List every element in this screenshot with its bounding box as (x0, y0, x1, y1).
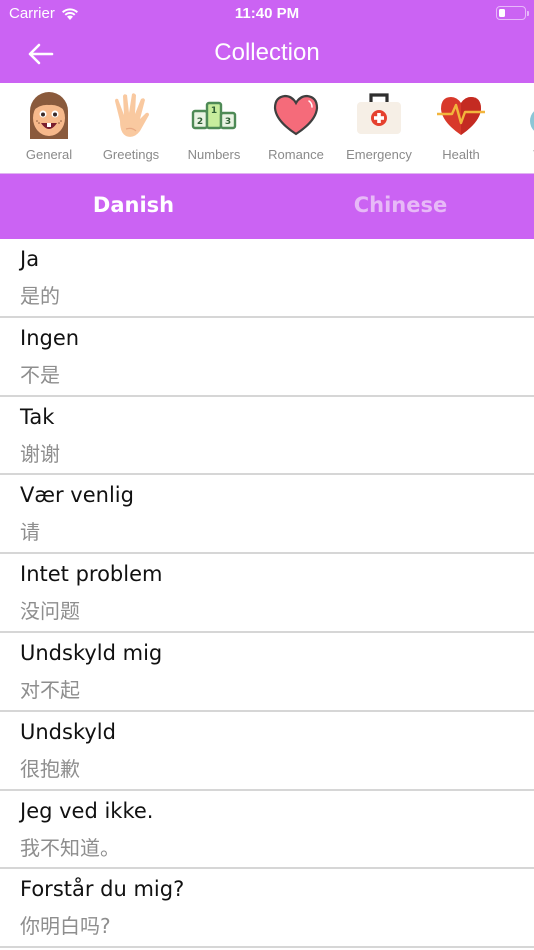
phrase-danish: Undskyld mig (20, 640, 163, 665)
phrase-row[interactable]: Vær venlig 请 (0, 475, 534, 555)
phrase-row[interactable]: Ingen 不是 (0, 318, 534, 397)
category-scroller[interactable]: General Greetings 2 1 3 Numbers Romance (0, 83, 534, 173)
heart-icon (273, 94, 319, 136)
phrase-row[interactable]: Ja 是的 (0, 239, 534, 318)
phrase-danish: Intet problem (20, 562, 163, 587)
phrase-row[interactable]: Tak 谢谢 (0, 397, 534, 476)
category-greetings[interactable]: Greetings (90, 83, 172, 173)
battery-icon (496, 6, 529, 20)
waving-hand-icon (115, 93, 149, 137)
podium-icon: 2 1 3 (191, 101, 237, 130)
phrase-row[interactable]: Intet problem 没问题 (0, 554, 534, 633)
first-aid-kit-icon (357, 93, 401, 134)
phrase-danish: Forstår du mig? (20, 877, 185, 902)
top-bar: Carrier 11:40 PM Collection (0, 0, 534, 83)
category-romance[interactable]: Romance (255, 83, 337, 173)
phrase-danish: Vær venlig (20, 483, 134, 508)
phrase-danish: Undskyld (20, 719, 116, 744)
phrase-row[interactable]: Undskyld mig 对不起 (0, 633, 534, 712)
phrase-list: Ja 是的 Ingen 不是 Tak 谢谢 Vær venlig 请 Intet… (0, 239, 534, 949)
phrase-danish: Jeg ved ikke. (20, 798, 154, 823)
status-time: 11:40 PM (234, 5, 300, 22)
svg-text:1: 1 (211, 106, 217, 116)
navigation-bar: Collection (0, 28, 534, 83)
svg-text:3: 3 (225, 117, 231, 127)
phrase-chinese: 请 (20, 520, 40, 545)
status-time-container: 11:40 PM (0, 5, 534, 22)
status-bar: Carrier 11:40 PM (0, 0, 534, 28)
tab-danish[interactable]: Danish (0, 174, 267, 239)
phrase-danish: Ja (20, 247, 40, 271)
girl-face-icon (30, 92, 68, 139)
phrase-chinese: 是的 (20, 284, 60, 308)
category-general[interactable]: General (8, 83, 90, 173)
language-tabs: Danish Chinese (0, 173, 534, 239)
phrase-chinese: 没问题 (20, 599, 80, 624)
tab-chinese[interactable]: Chinese (267, 174, 534, 239)
heartbeat-icon (437, 97, 485, 135)
svg-text:2: 2 (197, 117, 203, 127)
weather-icon (530, 111, 534, 131)
category-emergency[interactable]: Emergency (338, 83, 420, 173)
category-numbers[interactable]: 2 1 3 Numbers (173, 83, 255, 173)
phrase-chinese: 不是 (20, 362, 60, 387)
category-label: We (492, 147, 534, 162)
phrase-danish: Tak (20, 404, 55, 429)
page-title: Collection (214, 39, 320, 66)
phrase-row[interactable]: Jeg ved ikke. 我不知道。 (0, 791, 534, 870)
phrase-danish: Ingen (20, 325, 80, 350)
phrase-row[interactable]: Forstår du mig? 你明白吗? (0, 869, 534, 949)
battery-fill (499, 9, 505, 17)
phrase-chinese: 你明白吗? (20, 914, 111, 939)
category-health[interactable]: Health (420, 83, 502, 173)
phrase-chinese: 很抱歉 (20, 756, 80, 781)
phrase-chinese: 对不起 (20, 677, 80, 702)
phrase-row[interactable]: Undskyld 很抱歉 (0, 712, 534, 791)
phrase-chinese: 谢谢 (20, 441, 60, 466)
category-weather[interactable]: We (502, 83, 534, 173)
phrase-chinese: 我不知道。 (20, 835, 120, 860)
page-title-container: Collection (0, 39, 534, 67)
